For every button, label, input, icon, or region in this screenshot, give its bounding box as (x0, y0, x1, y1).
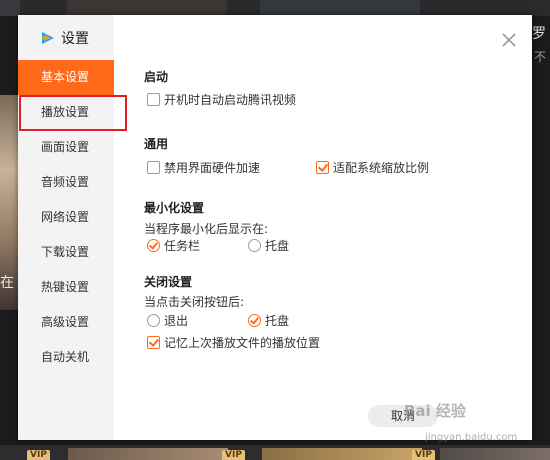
option-system-scaling[interactable]: 适配系统缩放比例 (316, 159, 429, 176)
radio-tray[interactable]: 托盘 (248, 237, 289, 254)
watermark: Bai 经验 (404, 402, 466, 420)
vip-badge: VIP (222, 450, 245, 460)
menu-item-hotkeys[interactable]: 热键设置 (18, 270, 114, 305)
menu-item-network[interactable]: 网络设置 (18, 200, 114, 235)
background-thumbnail (67, 0, 227, 16)
background-thumbnail (0, 0, 20, 16)
menu-item-audio[interactable]: 音频设置 (18, 165, 114, 200)
option-label: 开机时自动启动腾讯视频 (164, 93, 297, 107)
section-title-close: 关闭设置 (144, 275, 193, 289)
vip-badge: VIP (27, 450, 50, 460)
background-right-title: 罗 (532, 26, 546, 42)
tencent-video-logo-icon (42, 32, 54, 44)
option-disable-hw-accel[interactable]: 禁用界面硬件加速 (147, 159, 260, 176)
settings-sidebar: 设置 基本设置 播放设置 画面设置 音频设置 网络设置 下载设置 热键设置 高级… (18, 15, 114, 440)
background-thumbnail (440, 448, 550, 460)
radio-checked[interactable] (147, 239, 160, 252)
option-label: 适配系统缩放比例 (333, 161, 430, 175)
option-label: 托盘 (265, 239, 290, 253)
settings-dialog: 设置 基本设置 播放设置 画面设置 音频设置 网络设置 下载设置 热键设置 高级… (18, 15, 532, 440)
radio-taskbar[interactable]: 任务栏 (147, 237, 200, 254)
section-title-startup: 启动 (144, 70, 169, 84)
menu-item-download[interactable]: 下载设置 (18, 235, 114, 270)
checkbox-checked[interactable] (316, 161, 329, 174)
menu-item-auto-shutdown[interactable]: 自动关机 (18, 340, 114, 375)
option-label: 任务栏 (164, 239, 201, 253)
option-label: 托盘 (265, 314, 290, 328)
menu-item-basic[interactable]: 基本设置 (18, 60, 114, 95)
radio-exit[interactable]: 退出 (147, 312, 188, 329)
background-thumbnail (262, 448, 422, 460)
checkbox-checked[interactable] (147, 336, 160, 349)
close-prompt: 当点击关闭按钮后: (144, 295, 245, 309)
section-title-general: 通用 (144, 137, 169, 151)
background-thumbnail (260, 0, 420, 16)
radio[interactable] (248, 239, 261, 252)
option-remember-position[interactable]: 记忆上次播放文件的播放位置 (147, 334, 320, 351)
radio-checked[interactable] (248, 314, 261, 327)
radio-close-tray[interactable]: 托盘 (248, 312, 289, 329)
close-icon[interactable] (501, 32, 517, 48)
background-thumbnail (68, 448, 228, 460)
vip-badge: VIP (412, 450, 435, 460)
dialog-title: 设置 (61, 31, 89, 47)
checkbox[interactable] (147, 93, 160, 106)
option-label: 禁用界面硬件加速 (164, 161, 261, 175)
menu-item-display[interactable]: 画面设置 (18, 130, 114, 165)
background-poster-text: 在 (0, 275, 14, 291)
option-label: 记忆上次播放文件的播放位置 (164, 336, 321, 350)
minimize-prompt: 当程序最小化后显示在: (144, 222, 269, 236)
option-label: 退出 (164, 314, 189, 328)
menu-item-advanced[interactable]: 高级设置 (18, 305, 114, 340)
watermark-url: jingyan.baidu.com (425, 432, 518, 443)
section-title-minimize: 最小化设置 (144, 201, 205, 215)
dialog-brand: 设置 (40, 28, 89, 48)
option-autostart[interactable]: 开机时自动启动腾讯视频 (147, 91, 296, 108)
checkbox[interactable] (147, 161, 160, 174)
radio[interactable] (147, 314, 160, 327)
annotation-highlight-box (19, 95, 127, 131)
background-right-subtitle: 不 (534, 50, 547, 64)
